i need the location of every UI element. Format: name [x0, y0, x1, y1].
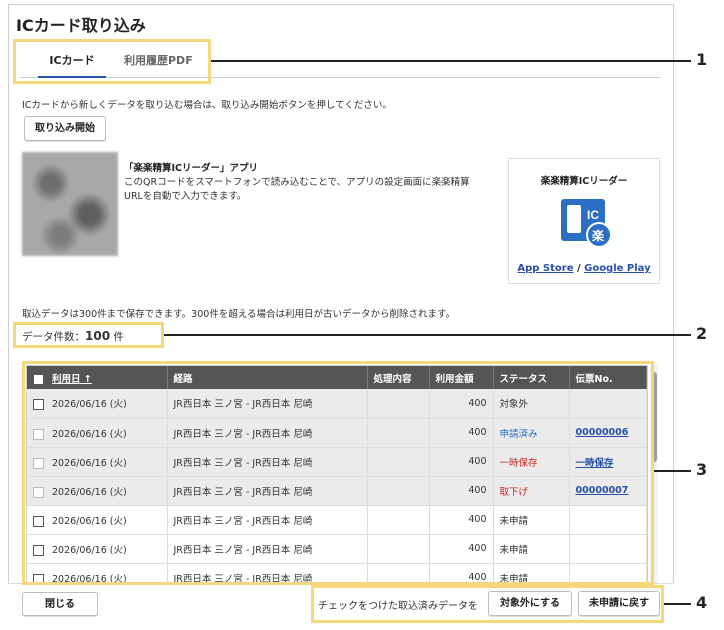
intro-text: ICカードから新しくデータを取り込む場合は、取り込み開始ボタンを押してください。	[22, 100, 392, 111]
callout-number-4: 4	[696, 593, 708, 612]
store-links: App Store / Google Play	[509, 263, 659, 274]
storage-note: 取込データは300件まで保存できます。300件を超える場合は利用日が古いデータか…	[22, 309, 456, 320]
import-start-button[interactable]: 取り込み開始	[24, 116, 106, 141]
google-play-link[interactable]: Google Play	[584, 263, 651, 274]
qr-code	[22, 152, 118, 256]
callout-number-2: 2	[696, 324, 708, 343]
app-box-title: 楽楽精算ICリーダー	[540, 176, 628, 187]
app-description: 「楽楽精算ICリーダー」アプリ このQRコードをスマートフォンで読み込むことで、…	[124, 162, 494, 204]
app-desc-line1: このQRコードをスマートフォンで読み込むことで、アプリの設定画面に楽楽精算	[124, 177, 470, 188]
store-separator: /	[573, 263, 585, 274]
close-button[interactable]: 閉じる	[22, 592, 98, 616]
app-store-link[interactable]: App Store	[517, 263, 573, 274]
app-box: 楽楽精算ICリーダー IC 楽 App Store / Google Play	[508, 158, 660, 284]
callout-box-4	[311, 585, 664, 623]
callout-line-2	[164, 334, 691, 336]
callout-line-3	[654, 470, 691, 472]
ic-icon-text: IC	[587, 208, 599, 222]
ic-reader-app-icon: IC 楽	[561, 199, 612, 248]
app-heading: 「楽楽精算ICリーダー」アプリ	[124, 163, 259, 174]
page-title: ICカード取り込み	[16, 16, 146, 35]
callout-box-3	[22, 361, 654, 585]
callout-line-4	[664, 603, 691, 605]
callout-number-3: 3	[696, 460, 708, 479]
callout-box-1	[13, 39, 211, 84]
ic-icon-badge: 楽	[592, 228, 605, 243]
app-desc-line2: URLを自動で入力できます。	[124, 191, 247, 202]
callout-box-2	[13, 322, 164, 348]
callout-line-1	[211, 60, 691, 62]
callout-number-1: 1	[696, 50, 708, 69]
